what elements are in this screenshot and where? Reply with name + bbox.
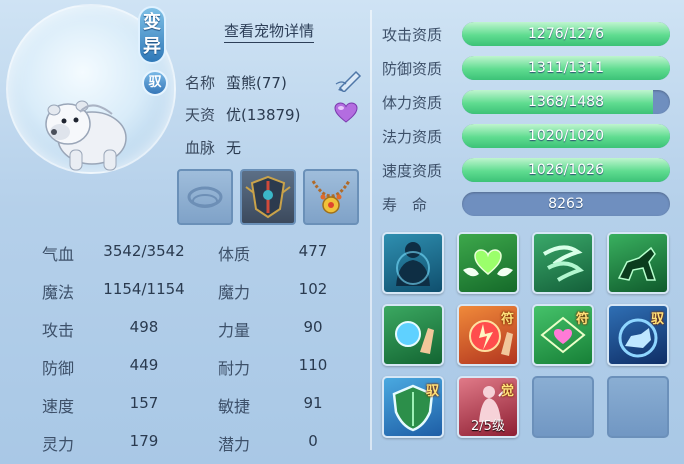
skill-slot-9[interactable]: 驭 — [382, 376, 444, 438]
constitution-value: 477 — [298, 242, 328, 260]
rename-pen-icon[interactable] — [334, 66, 364, 92]
rider-tag: 驭 — [650, 312, 664, 327]
panel-divider — [370, 10, 372, 450]
equipment-slot-collar[interactable] — [177, 169, 233, 225]
pet-detail-panel: 变异 驭 查看宠物详情 名称 蛮熊(77) 天资 优(13879) 血脉 无 攻… — [0, 0, 684, 464]
skill-slot-3[interactable] — [532, 232, 594, 294]
mana-value: 1154/1154 — [103, 280, 185, 298]
spirit-value: 179 — [129, 432, 159, 450]
collar-outline-icon — [187, 186, 223, 208]
variant-badge: 变异 — [138, 6, 166, 64]
defense-aptitude-label: 防御资质 — [382, 60, 443, 78]
bloodline-value: 无 — [226, 139, 242, 157]
attack-value: 498 — [129, 318, 159, 336]
skill-slot-8[interactable]: 驭 — [607, 304, 669, 366]
aptitude-value: 优(13879) — [226, 106, 301, 124]
magic-aptitude-value: 1020/1020 — [528, 128, 604, 144]
aptitude-label: 天资 — [185, 106, 216, 124]
winged-heart-skill-icon — [463, 249, 513, 277]
view-pet-details-link[interactable]: 查看宠物详情 — [224, 20, 315, 43]
talisman-tag: 符 — [575, 312, 589, 327]
water-orb-hand-skill-icon — [395, 321, 434, 354]
spirit-label: 灵力 — [42, 435, 75, 454]
name-label: 名称 — [185, 74, 216, 92]
equipment-slot-necklace[interactable] — [303, 169, 359, 225]
pet-bear-figure[interactable] — [40, 88, 140, 178]
lifespan-bar: 8263 — [462, 192, 670, 216]
rider-badge: 驭 — [142, 70, 168, 96]
skill-slot-4[interactable] — [607, 232, 669, 294]
magic-power-label: 魔力 — [218, 283, 251, 302]
rider-tag: 驭 — [425, 384, 439, 399]
speed-label: 速度 — [42, 397, 75, 416]
armor-gear-icon — [245, 175, 291, 219]
equipment-slot-armor[interactable] — [240, 169, 296, 225]
name-value: 蛮熊(77) — [226, 74, 287, 92]
strength-label: 力量 — [218, 321, 251, 340]
skill-slot-1[interactable] — [382, 232, 444, 294]
muscle-figure-skill-icon — [396, 242, 430, 286]
defense-label: 防御 — [42, 359, 75, 378]
defense-aptitude-bar: 1311/1311 — [462, 56, 670, 80]
endurance-label: 耐力 — [218, 359, 251, 378]
magic-power-value: 102 — [298, 280, 328, 298]
attack-aptitude-label: 攻击资质 — [382, 26, 443, 44]
skill-slot-6[interactable]: 符 — [457, 304, 519, 366]
speed-aptitude-label: 速度资质 — [382, 162, 443, 180]
skill-slot-10[interactable]: 觉 2/5级 — [457, 376, 519, 438]
stamina-aptitude-value: 1368/1488 — [528, 94, 604, 110]
endurance-value: 110 — [298, 356, 328, 374]
magic-aptitude-label: 法力资质 — [382, 128, 443, 146]
wind-swirl-skill-icon — [542, 245, 584, 282]
attack-aptitude-value: 1276/1276 — [528, 26, 604, 42]
stamina-aptitude-label: 体力资质 — [382, 94, 443, 112]
skill-slot-empty-2[interactable] — [607, 376, 669, 438]
charging-beast-skill-icon — [617, 246, 657, 281]
skill-slot-empty-1[interactable] — [532, 376, 594, 438]
agility-label: 敏捷 — [218, 397, 251, 416]
attack-aptitude-bar: 1276/1276 — [462, 22, 670, 46]
magic-aptitude-bar: 1020/1020 — [462, 124, 670, 148]
strength-value: 90 — [303, 318, 323, 336]
skill-slot-5[interactable] — [382, 304, 444, 366]
hp-value: 3542/3542 — [103, 242, 185, 260]
lifespan-label: 寿 命 — [382, 196, 428, 214]
speed-value: 157 — [129, 394, 159, 412]
skill-slot-7[interactable]: 符 — [532, 304, 594, 366]
attack-label: 攻击 — [42, 321, 75, 340]
awaken-tag: 觉 — [500, 384, 514, 399]
stamina-aptitude-bar: 1368/1488 — [462, 90, 670, 114]
constitution-label: 体质 — [218, 245, 251, 264]
speed-aptitude-value: 1026/1026 — [528, 162, 604, 178]
defense-value: 449 — [129, 356, 159, 374]
mana-label: 魔法 — [42, 283, 75, 302]
talisman-tag: 符 — [500, 312, 514, 327]
necklace-gear-icon — [311, 180, 351, 214]
skill-slot-2[interactable] — [457, 232, 519, 294]
awaken-level: 2/5级 — [471, 419, 505, 434]
potential-value: 0 — [308, 432, 318, 450]
heart-icon[interactable] — [334, 102, 358, 124]
speed-aptitude-bar: 1026/1026 — [462, 158, 670, 182]
agility-value: 91 — [303, 394, 323, 412]
bloodline-label: 血脉 — [185, 139, 216, 157]
lifespan-value: 8263 — [548, 196, 584, 212]
defense-aptitude-value: 1311/1311 — [528, 60, 604, 76]
potential-label: 潜力 — [218, 435, 251, 454]
hp-label: 气血 — [42, 245, 75, 264]
